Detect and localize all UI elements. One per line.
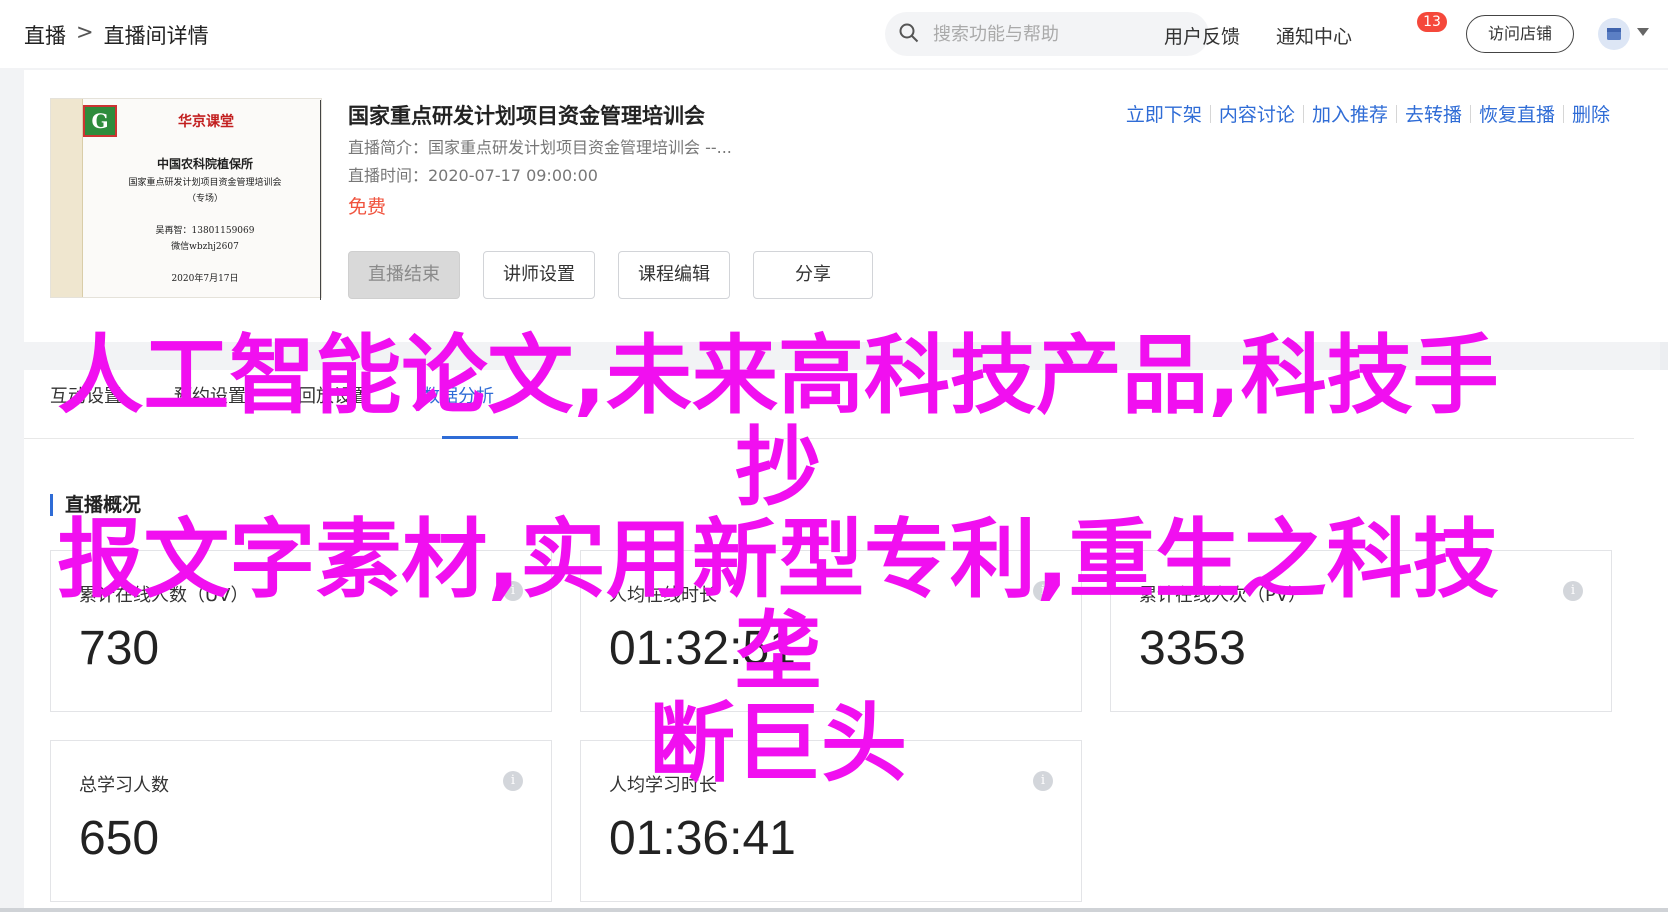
visit-store-button[interactable]: 访问店铺 — [1466, 15, 1574, 53]
live-price: 免费 — [348, 196, 387, 218]
cover-org: 中国农科院植保所 — [156, 157, 253, 171]
live-ended-button: 直播结束 — [348, 251, 460, 299]
overlay-line-1: 人工智能论文,未来高科技产品,科技手抄 — [57, 326, 1499, 518]
cover-type: （专场） — [186, 194, 223, 204]
live-actions: 立即下架 内容讨论 加入推荐 去转播 恢复直播 删除 — [1126, 100, 1610, 127]
course-edit-button[interactable]: 课程编辑 — [618, 251, 730, 299]
stat-value: 01:36:41 — [609, 812, 796, 865]
info-icon[interactable]: i — [1563, 581, 1583, 601]
feedback-link[interactable]: 用户反馈 — [1164, 22, 1240, 49]
discussion-link[interactable]: 内容讨论 — [1219, 100, 1295, 127]
top-bar: 直播 > 直播间详情 用户反馈 通知中心 13 访问店铺 — [0, 0, 1668, 68]
stat-value: 650 — [79, 812, 160, 865]
store-avatar[interactable] — [1598, 18, 1630, 50]
cover-course: 国家重点研发计划项目资金管理培训会 — [128, 178, 282, 188]
breadcrumb-root[interactable]: 直播 — [24, 20, 66, 50]
live-cover-image: G 华京课堂 中国农科院植保所 国家重点研发计划项目资金管理培训会 （专场） 吴… — [50, 98, 322, 298]
resume-live-link[interactable]: 恢复直播 — [1479, 100, 1555, 127]
breadcrumb-current: 直播间详情 — [103, 24, 209, 48]
search-box[interactable] — [885, 12, 1209, 56]
teacher-settings-button[interactable]: 讲师设置 — [483, 251, 595, 299]
recommend-link[interactable]: 加入推荐 — [1312, 100, 1388, 127]
cover-divider — [320, 100, 321, 300]
bottom-scrollbar[interactable] — [0, 908, 1668, 912]
live-time: 直播时间：2020-07-17 09:00:00 — [348, 166, 598, 185]
takedown-link[interactable]: 立即下架 — [1126, 100, 1202, 127]
cover-contact-1: 吴再智：13801159069 — [155, 226, 255, 236]
live-intro: 直播简介：国家重点研发计划项目资金管理培训会 --... — [348, 138, 732, 157]
notification-center-link[interactable]: 通知中心 — [1276, 22, 1352, 49]
delete-link[interactable]: 删除 — [1572, 100, 1610, 127]
chevron-down-icon[interactable] — [1637, 28, 1649, 36]
live-title: 国家重点研发计划项目资金管理培训会 — [348, 104, 705, 128]
share-button[interactable]: 分享 — [753, 251, 873, 299]
cover-contact-2: 微信wbzhj2607 — [171, 242, 239, 252]
search-input[interactable] — [933, 20, 1193, 48]
overlay-watermark-text: 人工智能论文,未来高科技产品,科技手抄 报文字素材,实用新型专利,重生之科技垄 … — [18, 330, 1538, 790]
search-icon — [899, 23, 919, 43]
breadcrumb-separator: > — [76, 20, 94, 44]
cover-title: 华京课堂 — [178, 114, 234, 130]
rebroadcast-link[interactable]: 去转播 — [1405, 100, 1462, 127]
overlay-line-3: 断巨头 — [649, 694, 907, 794]
overlay-line-2: 报文字素材,实用新型专利,重生之科技垄 — [57, 510, 1499, 702]
breadcrumb: 直播 > 直播间详情 — [24, 20, 209, 50]
cover-date: 2020年7月17日 — [171, 274, 239, 284]
store-icon — [1607, 28, 1621, 40]
notification-badge: 13 — [1417, 12, 1447, 32]
